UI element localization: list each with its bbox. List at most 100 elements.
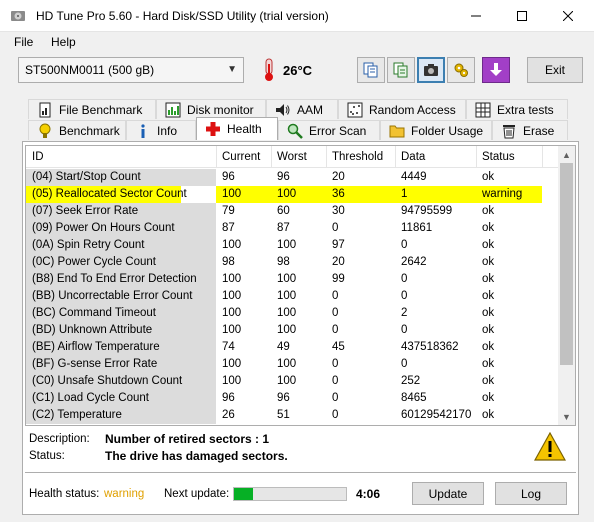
warning-icon <box>534 432 566 461</box>
cell-worst: 49 <box>277 341 290 353</box>
cell-status: ok <box>482 409 495 421</box>
column-header[interactable]: Threshold <box>332 151 383 163</box>
cell-status: ok <box>482 324 495 336</box>
table-row[interactable]: (BE) Airflow Temperature 74 49 45 437518362 o… <box>26 339 558 356</box>
cell-current: 87 <box>222 222 235 234</box>
tab-extra-tests[interactable]: Extra tests <box>466 99 568 119</box>
scroll-thumb[interactable] <box>560 163 573 365</box>
cell-worst: 96 <box>277 171 290 183</box>
cell-status: ok <box>482 358 495 370</box>
cell-data: 0 <box>401 273 408 285</box>
cell-worst: 100 <box>277 188 297 200</box>
menu-help[interactable]: Help <box>51 35 76 49</box>
cell-current: 79 <box>222 205 235 217</box>
table-header: ID Current Worst Threshold Data Status <box>26 146 558 168</box>
table-row[interactable]: (0A) Spin Retry Count 100 100 97 0 ok <box>26 237 558 254</box>
cell-threshold: 36 <box>332 188 345 200</box>
tab-label: Benchmark <box>59 123 120 138</box>
column-header[interactable]: Worst <box>277 151 307 163</box>
close-button[interactable] <box>545 0 591 32</box>
chevron-down-icon: ▼ <box>227 64 237 75</box>
cell-status: warning <box>482 188 523 200</box>
table-row[interactable]: (C0) Unsafe Shutdown Count 100 100 0 252 ok <box>26 373 558 390</box>
tab-info[interactable]: Info <box>126 120 196 140</box>
log-button[interactable]: Log <box>495 482 567 505</box>
tab-folder-usage[interactable]: Folder Usage <box>380 120 492 140</box>
update-progress-fill <box>234 488 254 500</box>
table-row[interactable]: (05) Reallocated Sector Count 100 100 36 1 wa… <box>26 186 558 203</box>
update-countdown: 4:06 <box>356 487 381 501</box>
error-scan-icon <box>287 123 303 139</box>
cell-current: 100 <box>222 273 242 285</box>
table-row[interactable]: (BB) Uncorrectable Error Count 100 100 0 0 ok <box>26 288 558 305</box>
screenshot-button[interactable] <box>417 57 445 83</box>
tab-health[interactable]: Health <box>196 117 278 140</box>
scroll-down-icon[interactable]: ▼ <box>558 408 575 425</box>
cell-status: ok <box>482 341 495 353</box>
cell-current: 100 <box>222 358 242 370</box>
smart-table: ID Current Worst Threshold Data Status (… <box>25 145 576 426</box>
health-icon <box>206 122 220 136</box>
menu-bar: File Help <box>0 32 594 52</box>
table-row[interactable]: (09) Power On Hours Count 87 87 0 11861 ok <box>26 220 558 237</box>
cell-id: (BC) Command Timeout <box>32 307 156 319</box>
column-header[interactable]: ID <box>32 151 44 163</box>
table-row[interactable]: (0C) Power Cycle Count 98 98 20 2642 ok <box>26 254 558 271</box>
download-button[interactable] <box>482 57 510 83</box>
cell-threshold: 0 <box>332 409 339 421</box>
minimize-button[interactable] <box>453 0 499 32</box>
cell-data: 2 <box>401 307 408 319</box>
tab-erase[interactable]: Erase <box>492 120 568 140</box>
table-row[interactable]: (BC) Command Timeout 100 100 0 2 ok <box>26 305 558 322</box>
copy-text-icon <box>393 62 408 78</box>
exit-button[interactable]: Exit <box>527 57 583 83</box>
folder-icon <box>389 125 405 137</box>
app-icon <box>11 11 25 21</box>
scroll-up-icon[interactable]: ▲ <box>558 146 575 163</box>
column-header[interactable]: Data <box>401 151 425 163</box>
cell-data: 60129542170 <box>401 409 472 421</box>
file-benchmark-icon <box>39 102 51 117</box>
update-button[interactable]: Update <box>412 482 484 505</box>
cell-status: ok <box>482 392 495 404</box>
table-scrollbar[interactable]: ▲ ▼ <box>558 146 575 425</box>
thermometer-icon <box>265 58 273 81</box>
drive-select[interactable]: ST500NM0011 (500 gB) ▼ <box>18 57 244 83</box>
tab-aam[interactable]: AAM <box>266 99 338 119</box>
minimize-icon <box>471 15 481 17</box>
tab-file-benchmark[interactable]: File Benchmark <box>28 99 156 119</box>
cell-worst: 51 <box>277 409 290 421</box>
tab-random-access[interactable]: Random Access <box>338 99 466 119</box>
table-row[interactable]: (07) Seek Error Rate 79 60 30 94795599 ok <box>26 203 558 220</box>
health-panel: ID Current Worst Threshold Data Status (… <box>22 141 579 515</box>
cell-id: (B8) End To End Error Detection <box>32 273 197 285</box>
tab-label: Folder Usage <box>411 123 484 138</box>
table-row[interactable]: (BF) G-sense Error Rate 100 100 0 0 ok <box>26 356 558 373</box>
column-header[interactable]: Current <box>222 151 260 163</box>
tab-benchmark[interactable]: Benchmark <box>28 120 126 140</box>
cell-threshold: 45 <box>332 341 345 353</box>
cell-current: 100 <box>222 324 242 336</box>
title-bar: HD Tune Pro 5.60 - Hard Disk/SSD Utility… <box>0 0 594 32</box>
cell-status: ok <box>482 273 495 285</box>
table-row[interactable]: (C2) Temperature 26 51 0 60129542170 ok <box>26 407 558 424</box>
maximize-button[interactable] <box>499 0 545 32</box>
tab-error-scan[interactable]: Error Scan <box>278 120 380 140</box>
status-label: Status: <box>29 450 65 462</box>
cell-threshold: 20 <box>332 171 345 183</box>
cell-id: (0A) Spin Retry Count <box>32 239 145 251</box>
cell-threshold: 0 <box>332 307 339 319</box>
cell-data: 252 <box>401 375 421 387</box>
menu-file[interactable]: File <box>14 35 33 49</box>
table-row[interactable]: (B8) End To End Error Detection 100 100 99 0… <box>26 271 558 288</box>
tab-disk-monitor[interactable]: Disk monitor <box>156 99 266 119</box>
divider <box>25 472 576 473</box>
options-button[interactable] <box>447 57 475 83</box>
copy-text-button[interactable] <box>387 57 415 83</box>
table-row[interactable]: (C1) Load Cycle Count 96 96 0 8465 ok <box>26 390 558 407</box>
table-row[interactable]: (BD) Unknown Attribute 100 100 0 0 ok <box>26 322 558 339</box>
cell-status: ok <box>482 239 495 251</box>
table-row[interactable]: (04) Start/Stop Count 96 96 20 4449 ok <box>26 169 558 186</box>
copy-info-button[interactable] <box>357 57 385 83</box>
column-header[interactable]: Status <box>482 151 515 163</box>
